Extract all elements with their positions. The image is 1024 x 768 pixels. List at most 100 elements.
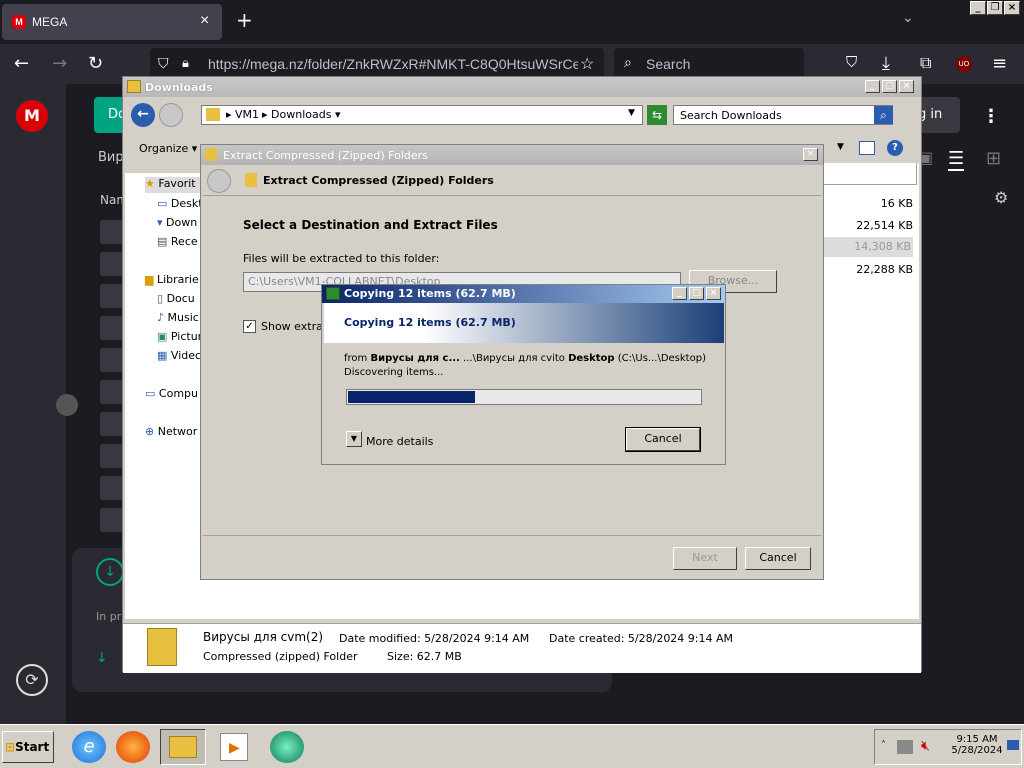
bookmark-star-icon[interactable]: ☆ (580, 54, 594, 74)
explorer-minimize-icon[interactable]: _ (865, 80, 880, 93)
mega-logo[interactable]: M (16, 100, 48, 132)
copy-progress-dialog: Copying 12 items (62.7 MB) _ □ × Copying… (321, 284, 726, 465)
close-icon[interactable]: × (1004, 1, 1020, 15)
file-size-cell: 22,514 KB (856, 219, 913, 232)
shield-icon[interactable]: ⛉ (158, 55, 169, 72)
nav-desktop[interactable]: ▭ Deskt (157, 197, 203, 210)
tab-close-icon[interactable]: × (200, 12, 209, 30)
copy-title: Copying 12 items (62.7 MB) (344, 287, 516, 300)
nav-libraries[interactable]: ▆ Librarie (145, 273, 199, 286)
copy-title-bar[interactable]: Copying 12 items (62.7 MB) _ □ × (322, 285, 725, 303)
wizard-back-icon[interactable] (207, 169, 231, 193)
downloads-icon[interactable]: ⤓ (882, 53, 890, 74)
show-files-checkbox[interactable]: ✓ (243, 320, 256, 333)
copy-minimize-icon[interactable]: _ (672, 287, 687, 300)
network-tray-icon[interactable] (897, 740, 913, 754)
explorer-close-icon[interactable]: × (899, 80, 914, 93)
address-dropdown-icon[interactable]: ▼ (628, 108, 635, 118)
more-options-icon[interactable]: ⋮ (982, 106, 1000, 127)
breadcrumb-downloads[interactable]: ▸ Downloads ▾ (262, 108, 340, 121)
restore-icon[interactable]: ❐ (987, 1, 1003, 15)
clock[interactable]: 9:15 AM 5/28/2024 (949, 734, 1005, 756)
list-view-icon[interactable]: ☰ (948, 148, 965, 171)
explorer-title: Downloads (145, 81, 213, 94)
show-files-label: Show extrac (261, 320, 329, 333)
reload-icon[interactable]: ↻ (88, 53, 103, 74)
wizard-close-icon[interactable]: × (803, 148, 818, 161)
mega-login-button[interactable]: g in (918, 97, 960, 133)
explorer-search-icon[interactable]: ⌕ (874, 106, 893, 124)
preview-pane-icon[interactable] (859, 141, 875, 155)
play-icon: ▶ (229, 740, 240, 756)
start-button[interactable]: ⊞Start (2, 731, 54, 763)
taskbar: ⊞Start e ▶ ˄ 🔇︎ 9:15 AM 5/28/2024 (0, 724, 1024, 768)
next-button[interactable]: Next (673, 547, 737, 570)
nav-network[interactable]: ⊕ Networ (145, 425, 197, 438)
wizard-title: Extract Compressed (Zipped) Folders (223, 149, 428, 162)
nav-downloads[interactable]: ▾ Down (157, 216, 197, 229)
show-desktop-icon[interactable] (1007, 740, 1019, 750)
extensions-icon[interactable]: ⧉ (920, 53, 931, 73)
explorer-forward-icon[interactable] (159, 103, 183, 127)
grid-view-icon[interactable]: ⊞ (986, 148, 1001, 169)
wizard-divider (203, 535, 821, 536)
url-text[interactable]: https://mega.nz/folder/ZnkRWZxR#NMKT-C8Q… (208, 56, 578, 72)
app-icon[interactable] (270, 731, 304, 763)
explorer-address-bar[interactable]: ▸ VM1 ▸ Downloads ▾ ▼ (201, 105, 643, 125)
ublock-icon[interactable]: UO (956, 56, 972, 72)
tab-mega[interactable]: M MEGA × (2, 4, 222, 40)
wizard-title-bar[interactable]: Extract Compressed (Zipped) Folders × (201, 145, 823, 165)
firefox-icon[interactable] (116, 731, 150, 763)
minimize-icon[interactable]: _ (970, 1, 986, 15)
breadcrumb-vm1[interactable]: ▸ VM1 (226, 108, 259, 121)
explorer-back-icon[interactable]: ← (131, 103, 155, 127)
download-icon: ↓ (96, 558, 124, 586)
nav-videos[interactable]: ▦ Videc (157, 349, 201, 362)
explorer-taskbar-button[interactable] (160, 729, 206, 765)
menu-icon[interactable]: ≡ (992, 53, 1007, 74)
desktop-icon: ▭ (157, 197, 168, 210)
explorer-address-row: ← ▸ VM1 ▸ Downloads ▾ ▼ ⇆ Search Downloa… (123, 97, 921, 131)
wizard-header-title: Extract Compressed (Zipped) Folders (263, 174, 494, 187)
more-details-chevron-icon[interactable]: ▼ (346, 431, 362, 447)
file-size-cell-selected: 14,308 KB (821, 237, 913, 257)
back-icon[interactable]: ← (14, 53, 29, 74)
lock-icon[interactable]: 🔒︎ (182, 55, 189, 71)
column-header-size[interactable] (821, 163, 917, 185)
tab-list-chevron-icon[interactable]: ⌄ (902, 10, 914, 26)
sync-icon[interactable]: ⟳ (16, 664, 48, 696)
nav-music[interactable]: ♪ Music (157, 311, 199, 324)
copy-header-text: Copying 12 items (62.7 MB) (344, 316, 516, 329)
forward-icon[interactable]: → (52, 53, 67, 74)
copy-maximize-icon[interactable]: □ (689, 287, 704, 300)
internet-explorer-icon[interactable]: e (72, 731, 106, 763)
explorer-maximize-icon[interactable]: □ (882, 80, 897, 93)
copy-close-icon[interactable]: × (706, 287, 721, 300)
explorer-search-input[interactable]: Search Downloads ⌕ (673, 105, 893, 125)
help-icon[interactable]: ? (887, 140, 903, 156)
collapse-handle[interactable] (56, 394, 78, 416)
details-size: Size: 62.7 MB (387, 650, 462, 663)
volume-muted-icon[interactable]: 🔇︎ (921, 738, 930, 754)
organize-button[interactable]: Organize ▾ (139, 142, 197, 155)
nav-documents[interactable]: ▯ Docu (157, 292, 195, 305)
file-size-cell: 22,288 KB (856, 263, 913, 276)
file-icon (100, 412, 124, 436)
pocket-icon[interactable]: ⛉ (846, 53, 857, 71)
more-details-label[interactable]: More details (366, 435, 433, 448)
file-icon (100, 380, 124, 404)
refresh-icon[interactable]: ⇆ (647, 105, 667, 125)
nav-recent[interactable]: ▤ Rece (157, 235, 198, 248)
wizard-cancel-button[interactable]: Cancel (745, 547, 811, 570)
music-icon: ♪ (157, 311, 165, 324)
new-tab-button[interactable]: + (236, 8, 253, 32)
nav-pictures[interactable]: ▣ Pictur (157, 330, 202, 343)
explorer-title-bar[interactable]: Downloads _ □ × (123, 77, 921, 97)
tray-expand-icon[interactable]: ˄ (881, 740, 886, 751)
views-dropdown-icon[interactable]: ▼ (837, 142, 844, 152)
media-player-icon[interactable]: ▶ (220, 733, 248, 761)
nav-computer[interactable]: ▭ Compu (145, 387, 198, 400)
file-size-cell: 16 KB (880, 197, 913, 210)
copy-cancel-button[interactable]: Cancel (625, 427, 701, 452)
settings-gear-icon[interactable]: ⚙ (994, 188, 1008, 207)
